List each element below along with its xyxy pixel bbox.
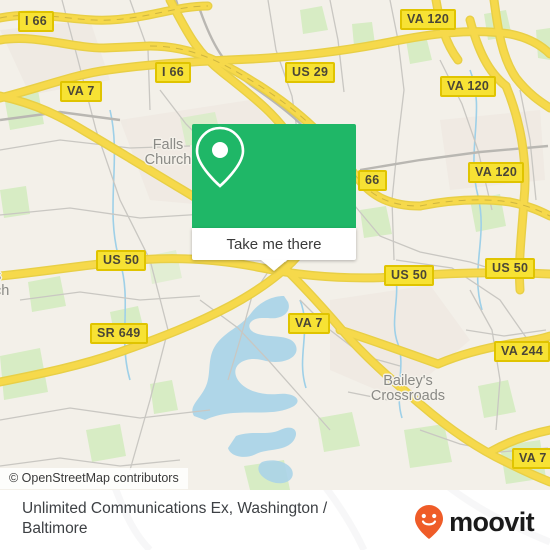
- route-shield-va7-b: VA 7: [288, 313, 330, 334]
- moovit-pin-smiley-icon: [415, 505, 444, 539]
- route-shield-va7-a: VA 7: [60, 81, 102, 102]
- route-shield-va7-c: VA 7: [512, 448, 550, 469]
- route-shield-va120-b: VA 120: [440, 76, 497, 97]
- moovit-wordmark: moovit: [449, 506, 535, 537]
- popup-tail: [261, 260, 287, 271]
- map-canvas[interactable]: Falls Church t s ch Bailey's Crossroads …: [0, 0, 550, 490]
- route-shield-va244: VA 244: [494, 341, 550, 362]
- moovit-logo[interactable]: moovit: [414, 504, 535, 540]
- route-shield-us50-a: US 50: [96, 250, 147, 271]
- popup-header: [192, 124, 356, 228]
- screenshot-root: Falls Church t s ch Bailey's Crossroads …: [0, 0, 550, 550]
- take-me-there-label: Take me there: [226, 235, 322, 253]
- location-popup[interactable]: Take me there: [192, 124, 356, 271]
- route-shield-us50-c: US 50: [485, 258, 536, 279]
- route-shield-66-c: 66: [358, 170, 387, 191]
- page-title: Unlimited Communications Ex, Washington …: [22, 500, 328, 537]
- map-attribution: © OpenStreetMap contributors: [0, 468, 188, 489]
- route-shield-sr649: SR 649: [90, 323, 148, 344]
- route-shield-va120-a: VA 120: [400, 9, 457, 30]
- route-shield-us29: US 29: [285, 62, 336, 83]
- map-pin-icon: [195, 126, 245, 188]
- route-shield-i66-b: I 66: [155, 62, 192, 83]
- route-shield-us50-b: US 50: [384, 265, 435, 286]
- route-shield-va120-c: VA 120: [468, 162, 525, 183]
- take-me-there-button[interactable]: Take me there: [192, 228, 356, 260]
- footer-bar: Unlimited Communications Ex, Washington …: [0, 490, 550, 550]
- route-shield-i66-a: I 66: [18, 11, 55, 32]
